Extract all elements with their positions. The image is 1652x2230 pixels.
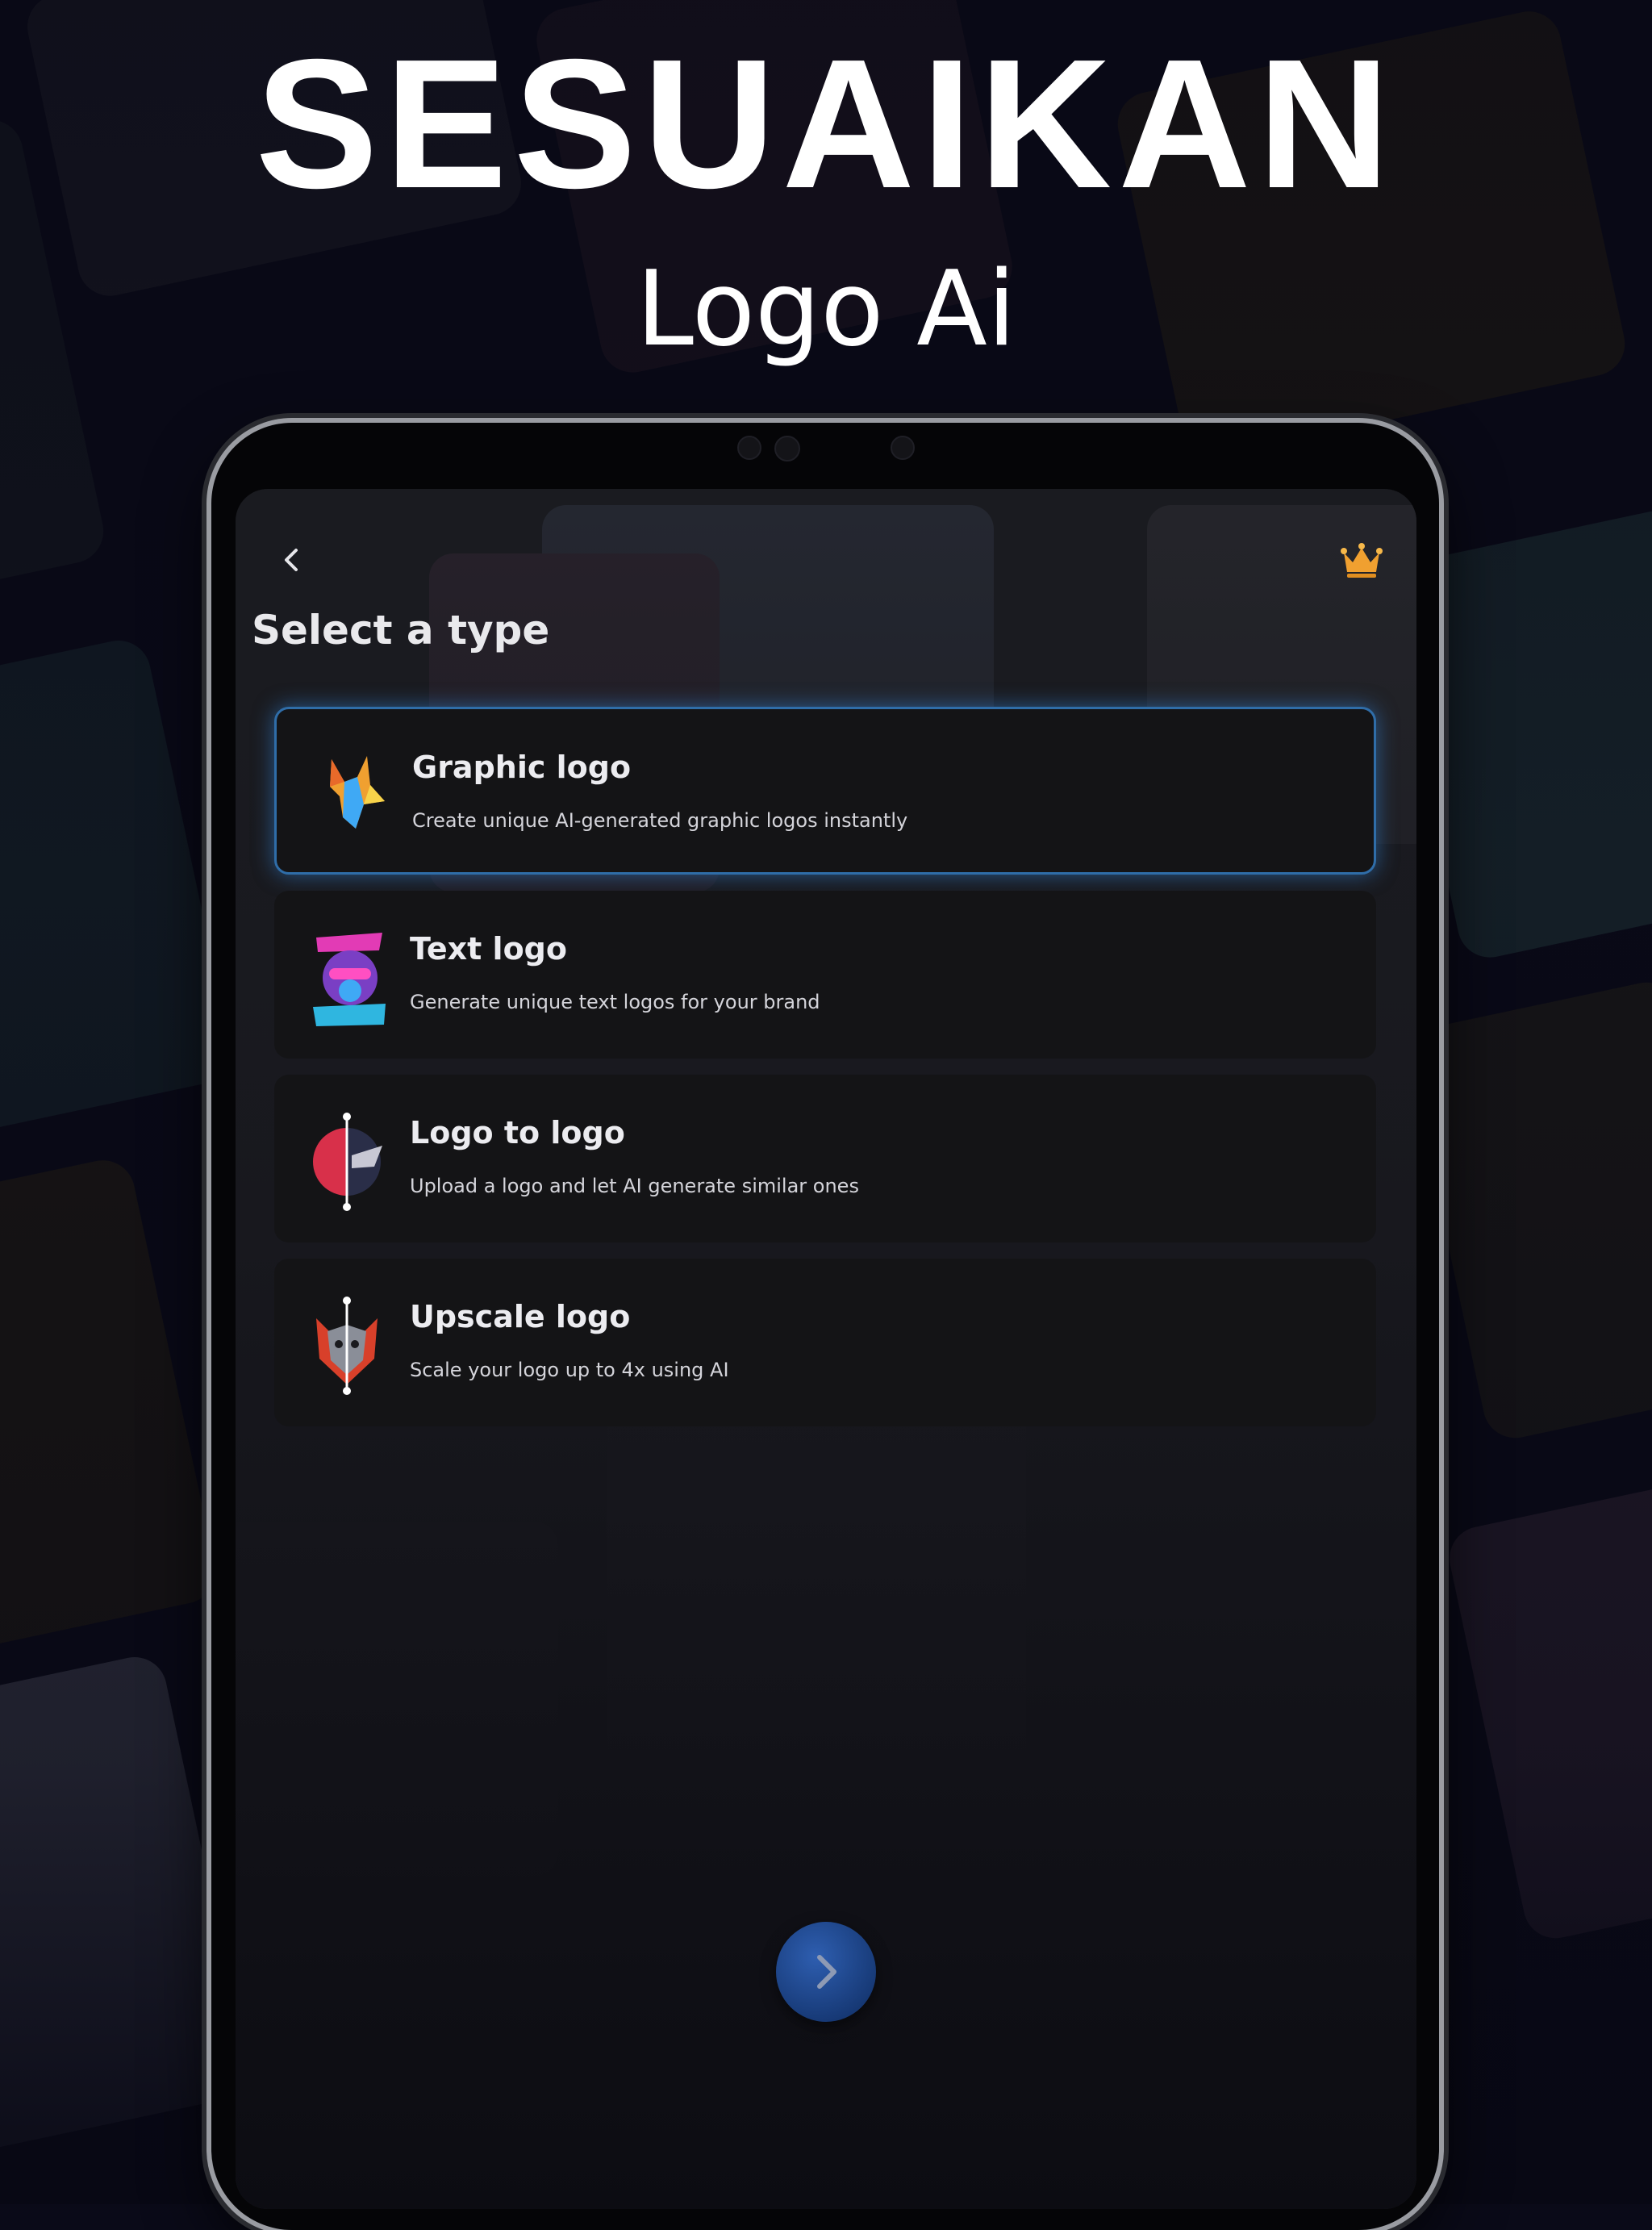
type-card-description: Upload a logo and let AI generate simila… <box>410 1175 859 1197</box>
wolf-upscale-icon <box>305 1294 402 1395</box>
promo-subheadline: Logo Ai <box>636 249 1016 370</box>
type-card-title: Upscale logo <box>410 1299 631 1334</box>
logo-type-list: Graphic logo Create unique AI-generated … <box>274 707 1376 1443</box>
camera-lens <box>774 436 800 461</box>
next-button[interactable] <box>776 1922 876 2022</box>
back-button[interactable] <box>266 534 318 586</box>
promo-headline: SESUAIKAN <box>255 22 1397 227</box>
type-card-title: Text logo <box>410 931 567 967</box>
camera-sensor <box>891 436 915 460</box>
type-card-logo-to-logo[interactable]: Logo to logo Upload a logo and let AI ge… <box>274 1075 1376 1242</box>
chevron-left-icon <box>285 549 298 571</box>
type-card-title: Logo to logo <box>410 1115 625 1150</box>
type-card-description: Create unique AI-generated graphic logos… <box>412 809 908 832</box>
type-card-description: Scale your logo up to 4x using AI <box>410 1359 729 1381</box>
chevron-right-icon <box>817 1955 836 1989</box>
type-card-graphic-logo[interactable]: Graphic logo Create unique AI-generated … <box>274 707 1376 875</box>
type-card-title: Graphic logo <box>412 750 632 785</box>
type-card-upscale-logo[interactable]: Upscale logo Scale your logo up to 4x us… <box>274 1259 1376 1426</box>
app-screen: Select a type Graphic logo Create unique… <box>236 489 1416 2209</box>
type-card-text-logo[interactable]: Text logo Generate unique text logos for… <box>274 891 1376 1059</box>
camera-sensor <box>737 436 761 460</box>
premium-button[interactable] <box>1337 537 1386 583</box>
fox-logo-icon <box>307 745 404 841</box>
logo-compare-icon <box>305 1110 402 1211</box>
type-card-description: Generate unique text logos for your bran… <box>410 991 820 1013</box>
page-title: Select a type <box>252 607 550 654</box>
gorilla-text-logo-icon <box>305 926 402 1026</box>
crown-icon <box>1341 543 1383 578</box>
